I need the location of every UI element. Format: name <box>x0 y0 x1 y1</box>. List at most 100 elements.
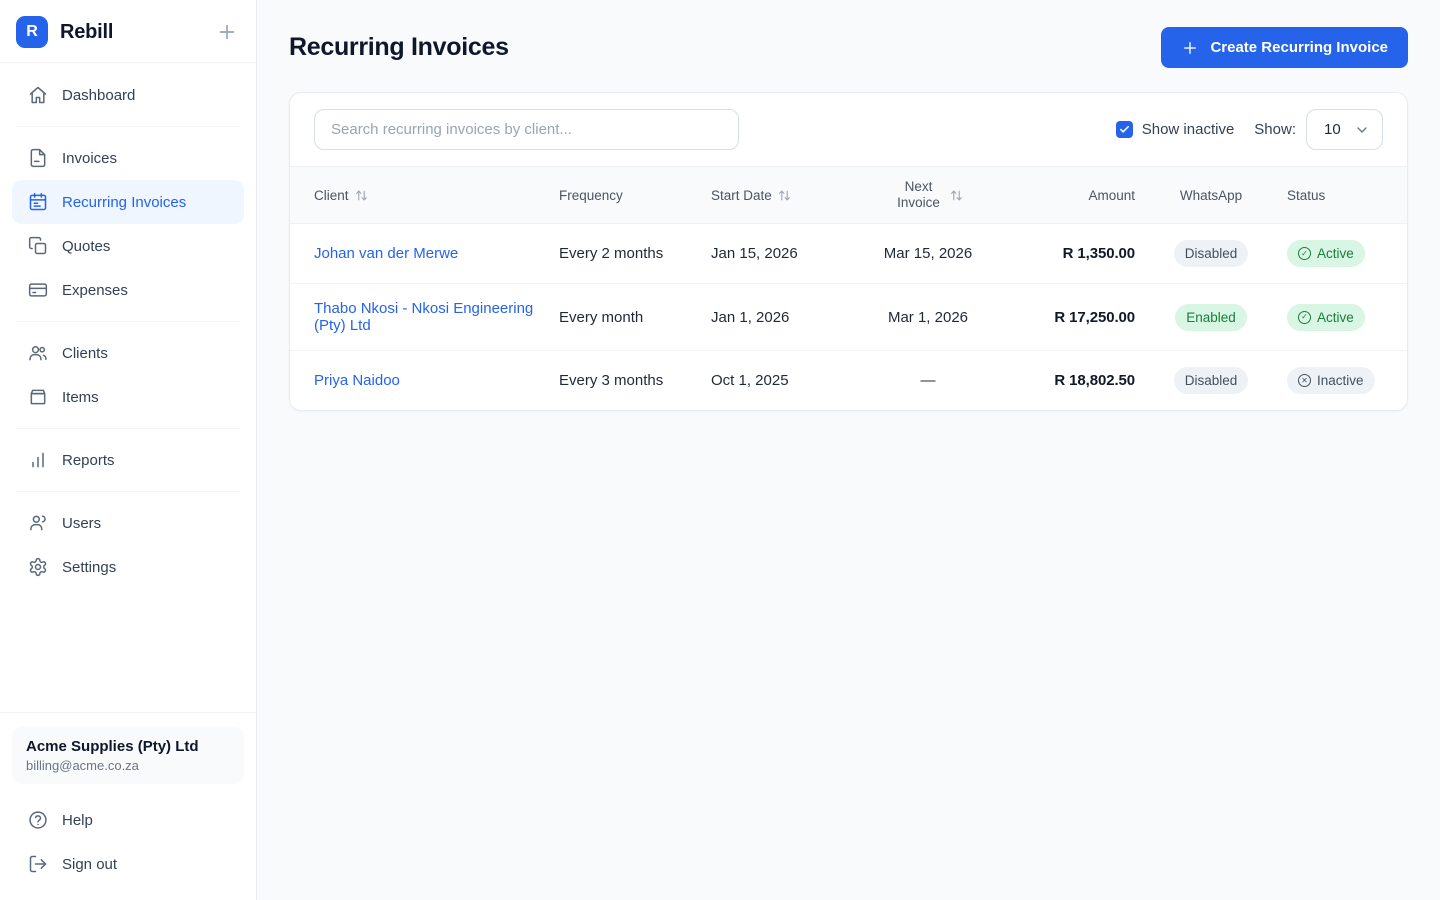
column-header-amount: Amount <box>997 167 1147 224</box>
sort-icon <box>950 189 963 202</box>
status-badge-label: Active <box>1317 310 1354 325</box>
page-size-select[interactable]: 10 <box>1306 109 1383 150</box>
sidebar-item-label: Dashboard <box>62 87 135 104</box>
sidebar-footer: Help Sign out <box>0 794 256 900</box>
toolbar-right: Show inactive Show: 10 <box>1116 109 1383 150</box>
frequency-cell: Every month <box>547 284 699 351</box>
page-header: Recurring Invoices Create Recurring Invo… <box>289 27 1408 68</box>
gear-icon <box>28 557 48 577</box>
sidebar-item-label: Users <box>62 515 101 532</box>
sidebar-item-dashboard[interactable]: Dashboard <box>12 73 244 117</box>
sidebar-item-label: Expenses <box>62 282 128 299</box>
recurring-invoices-card: Show inactive Show: 10 Cl <box>289 92 1408 411</box>
status-badge-label: Inactive <box>1317 373 1364 388</box>
column-label: Amount <box>1088 188 1135 203</box>
credit-card-icon <box>28 280 48 300</box>
whatsapp-badge-label: Enabled <box>1186 310 1236 325</box>
whatsapp-badge: Disabled <box>1174 367 1249 394</box>
sidebar-item-invoices[interactable]: Invoices <box>12 136 244 180</box>
copy-pages-icon <box>28 236 48 256</box>
column-label: Client <box>314 188 349 203</box>
sidebar-item-label: Settings <box>62 559 116 576</box>
table-header-row: Client Frequency Start Date <box>290 167 1407 224</box>
sidebar-item-label: Items <box>62 389 99 406</box>
column-header-whatsapp: WhatsApp <box>1147 167 1275 224</box>
column-header-frequency: Frequency <box>547 167 699 224</box>
column-label: Status <box>1287 188 1325 203</box>
sidebar-plus-button[interactable] <box>216 21 238 43</box>
search-input[interactable] <box>314 109 739 150</box>
sidebar-item-label: Clients <box>62 345 108 362</box>
sidebar-nav: Dashboard Invoices Recurring Invoices Qu… <box>0 63 256 589</box>
client-link[interactable]: Johan van der Merwe <box>314 245 458 262</box>
sidebar-item-label: Quotes <box>62 238 110 255</box>
start-date-cell: Jan 15, 2026 <box>699 224 859 284</box>
sidebar-item-clients[interactable]: Clients <box>12 331 244 375</box>
column-label: Next Invoice <box>894 179 944 211</box>
help-label: Help <box>62 812 93 829</box>
next-invoice-cell: Mar 1, 2026 <box>859 284 997 351</box>
column-label: WhatsApp <box>1180 188 1242 203</box>
invoice-file-icon <box>28 148 48 168</box>
create-button-label: Create Recurring Invoice <box>1210 39 1388 56</box>
sidebar-item-reports[interactable]: Reports <box>12 438 244 482</box>
page-title: Recurring Invoices <box>289 33 509 62</box>
sidebar-item-items[interactable]: Items <box>12 375 244 419</box>
help-button[interactable]: Help <box>12 798 244 842</box>
status-badge: ✕Inactive <box>1287 367 1375 394</box>
table-row: Thabo Nkosi - Nkosi Engineering (Pty) Lt… <box>290 284 1407 351</box>
chevron-down-icon <box>1354 122 1370 138</box>
column-header-start-date[interactable]: Start Date <box>699 167 859 224</box>
sign-out-label: Sign out <box>62 856 117 873</box>
users-icon <box>28 513 48 533</box>
status-icon: ✓ <box>1298 311 1311 324</box>
column-label: Start Date <box>711 188 772 203</box>
start-date-cell: Jan 1, 2026 <box>699 284 859 351</box>
sign-out-button[interactable]: Sign out <box>12 842 244 886</box>
box-icon <box>28 387 48 407</box>
bar-chart-icon <box>28 450 48 470</box>
sidebar-item-settings[interactable]: Settings <box>12 545 244 589</box>
table-toolbar: Show inactive Show: 10 <box>290 93 1407 166</box>
whatsapp-badge: Enabled <box>1175 304 1247 331</box>
column-label: Frequency <box>559 188 623 203</box>
whatsapp-badge-label: Disabled <box>1185 373 1238 388</box>
next-invoice-cell: Mar 15, 2026 <box>859 224 997 284</box>
table-row: Johan van der Merwe Every 2 months Jan 1… <box>290 224 1407 284</box>
status-icon: ✓ <box>1298 247 1311 260</box>
sidebar-item-users[interactable]: Users <box>12 501 244 545</box>
next-invoice-cell: — <box>859 351 997 411</box>
account-card: Acme Supplies (Pty) Ltd billing@acme.co.… <box>12 727 244 784</box>
amount-cell: R 18,802.50 <box>1054 372 1135 389</box>
amount-cell: R 17,250.00 <box>1054 309 1135 326</box>
home-icon <box>28 85 48 105</box>
column-header-next-invoice[interactable]: Next Invoice <box>859 167 997 224</box>
help-circle-icon <box>28 810 48 830</box>
sidebar-item-label: Recurring Invoices <box>62 194 186 211</box>
column-header-client[interactable]: Client <box>290 167 547 224</box>
recurring-invoices-table: Client Frequency Start Date <box>290 166 1407 410</box>
brand-name: Rebill <box>60 21 204 44</box>
page-size-value: 10 <box>1324 121 1341 138</box>
calendar-icon <box>28 192 48 212</box>
status-badge: ✓ Active <box>1287 304 1365 331</box>
show-inactive-checkbox[interactable] <box>1116 121 1133 138</box>
start-date-cell: Oct 1, 2025 <box>699 351 859 411</box>
log-out-icon <box>28 854 48 874</box>
column-header-status: Status <box>1275 167 1407 224</box>
client-link[interactable]: Thabo Nkosi - Nkosi Engineering (Pty) Lt… <box>314 300 533 334</box>
sidebar-item-recurring-invoices[interactable]: Recurring Invoices <box>12 180 244 224</box>
show-inactive-label[interactable]: Show inactive <box>1142 121 1235 138</box>
check-icon <box>1119 124 1130 135</box>
show-label: Show: <box>1254 121 1296 138</box>
whatsapp-badge: Disabled <box>1174 240 1249 267</box>
client-link[interactable]: Priya Naidoo <box>314 372 400 389</box>
app-logo: R <box>16 16 48 48</box>
account-email: billing@acme.co.za <box>26 758 230 773</box>
clients-users-icon <box>28 343 48 363</box>
sidebar-item-quotes[interactable]: Quotes <box>12 224 244 268</box>
status-badge-label: Active <box>1317 246 1354 261</box>
amount-cell: R 1,350.00 <box>1063 245 1135 262</box>
create-recurring-invoice-button[interactable]: Create Recurring Invoice <box>1161 27 1408 68</box>
sidebar-item-expenses[interactable]: Expenses <box>12 268 244 312</box>
